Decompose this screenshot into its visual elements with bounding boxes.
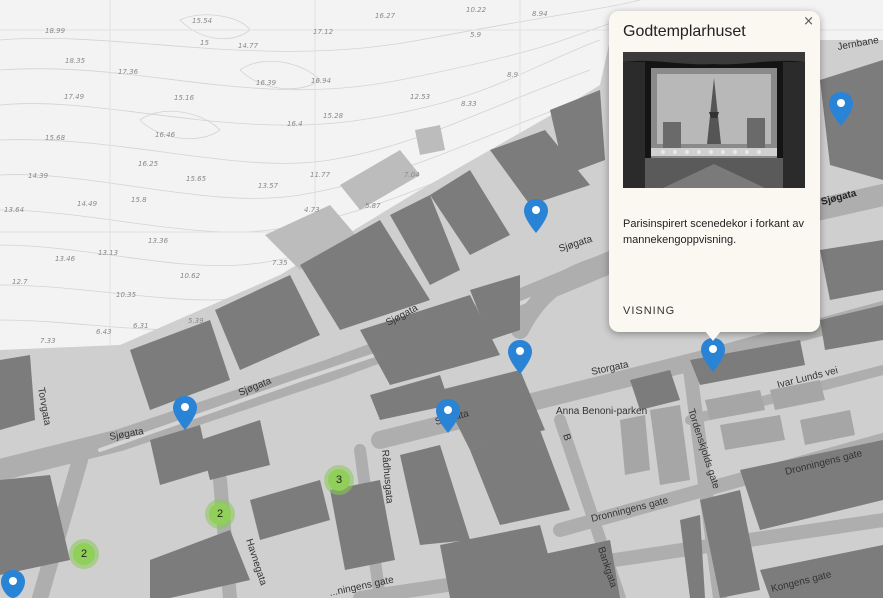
depth-label: 5.39 <box>188 317 204 325</box>
location-marker[interactable] <box>829 92 853 126</box>
depth-label: 8.33 <box>461 100 477 108</box>
depth-label: 18.35 <box>65 57 86 65</box>
location-marker[interactable] <box>173 396 197 430</box>
depth-label: 15.65 <box>186 175 207 183</box>
popup-tip <box>705 331 721 341</box>
depth-label: 5.9 <box>470 31 482 39</box>
depth-label: 7.35 <box>272 259 288 267</box>
depth-label: 8.94 <box>532 10 548 18</box>
depth-label: 15 <box>200 39 209 47</box>
close-icon[interactable]: × <box>803 14 814 29</box>
depth-label: 13.57 <box>258 182 279 190</box>
depth-label: 16.4 <box>287 120 303 128</box>
depth-label: 13.64 <box>4 206 24 214</box>
depth-label: 16.94 <box>311 77 331 85</box>
map-pin-icon <box>829 92 853 126</box>
depth-label: 8.9 <box>507 71 519 79</box>
map-pin-icon <box>508 340 532 374</box>
depth-label: 15.16 <box>174 94 195 102</box>
location-marker[interactable] <box>524 199 548 233</box>
depth-label: 15.68 <box>45 134 66 142</box>
depth-label: 11.77 <box>310 171 331 179</box>
location-marker[interactable] <box>508 340 532 374</box>
depth-label: 16.27 <box>375 12 396 20</box>
street-label-anna-benoni-parken: Anna Benoni-parken <box>556 406 647 417</box>
cluster-count: 2 <box>209 503 231 525</box>
cluster-count: 3 <box>328 469 350 491</box>
location-marker[interactable] <box>436 399 460 433</box>
map-pin-icon <box>173 396 197 430</box>
depth-label: 5.87 <box>365 202 381 210</box>
depth-label: 12.53 <box>410 93 430 101</box>
depth-label: 6.31 <box>133 322 149 330</box>
cluster-count: 2 <box>73 543 95 565</box>
map-view[interactable]: 18.99 15.54 14.77 15 16.27 17.12 10.22 8… <box>0 0 883 598</box>
depth-label: 15.8 <box>131 196 147 204</box>
location-marker-selected[interactable] <box>701 338 725 372</box>
depth-label: 17.49 <box>64 93 85 101</box>
depth-label: 10.35 <box>116 291 137 299</box>
stage-photo-image <box>623 52 805 188</box>
popup-photo[interactable] <box>623 52 805 188</box>
map-pin-icon <box>524 199 548 233</box>
depth-label: 15.54 <box>192 17 212 25</box>
depth-label: 14.39 <box>28 172 49 180</box>
popup-title: Godtemplarhuset <box>623 23 746 40</box>
depth-label: 17.12 <box>313 28 334 36</box>
depth-label: 16.25 <box>138 160 159 168</box>
depth-label: 13.46 <box>55 255 76 263</box>
depth-label: 14.77 <box>238 42 259 50</box>
popup-description: Parisinspirert scenedekor i forkant av m… <box>623 218 804 246</box>
depth-label: 17.36 <box>118 68 139 76</box>
depth-label: 10.62 <box>180 272 201 280</box>
marker-cluster[interactable]: 3 <box>324 465 354 495</box>
depth-label: 13.13 <box>98 249 118 257</box>
depth-label: 14.49 <box>77 200 98 208</box>
depth-label: 12.7 <box>12 278 28 286</box>
map-pin-icon <box>436 399 460 433</box>
depth-label: 13.36 <box>148 237 169 245</box>
depth-label: 15.28 <box>323 112 344 120</box>
location-marker[interactable] <box>1 570 25 598</box>
depth-label: 7.04 <box>404 171 420 179</box>
map-pin-icon <box>701 338 725 372</box>
depth-label: 16.46 <box>155 131 176 139</box>
depth-label: 7.33 <box>40 337 56 345</box>
depth-label: 18.99 <box>45 27 66 35</box>
depth-label: 10.22 <box>466 6 487 14</box>
marker-cluster[interactable]: 2 <box>69 539 99 569</box>
depth-label: 4.73 <box>304 206 320 214</box>
map-pin-icon <box>1 570 25 598</box>
marker-cluster[interactable]: 2 <box>205 499 235 529</box>
depth-label: 16.39 <box>256 79 277 87</box>
depth-label: 6.43 <box>96 328 112 336</box>
info-popup: × Godtemplarhuset Parisinspirert scenede… <box>609 11 820 332</box>
visning-link[interactable]: VISNING <box>623 305 675 317</box>
